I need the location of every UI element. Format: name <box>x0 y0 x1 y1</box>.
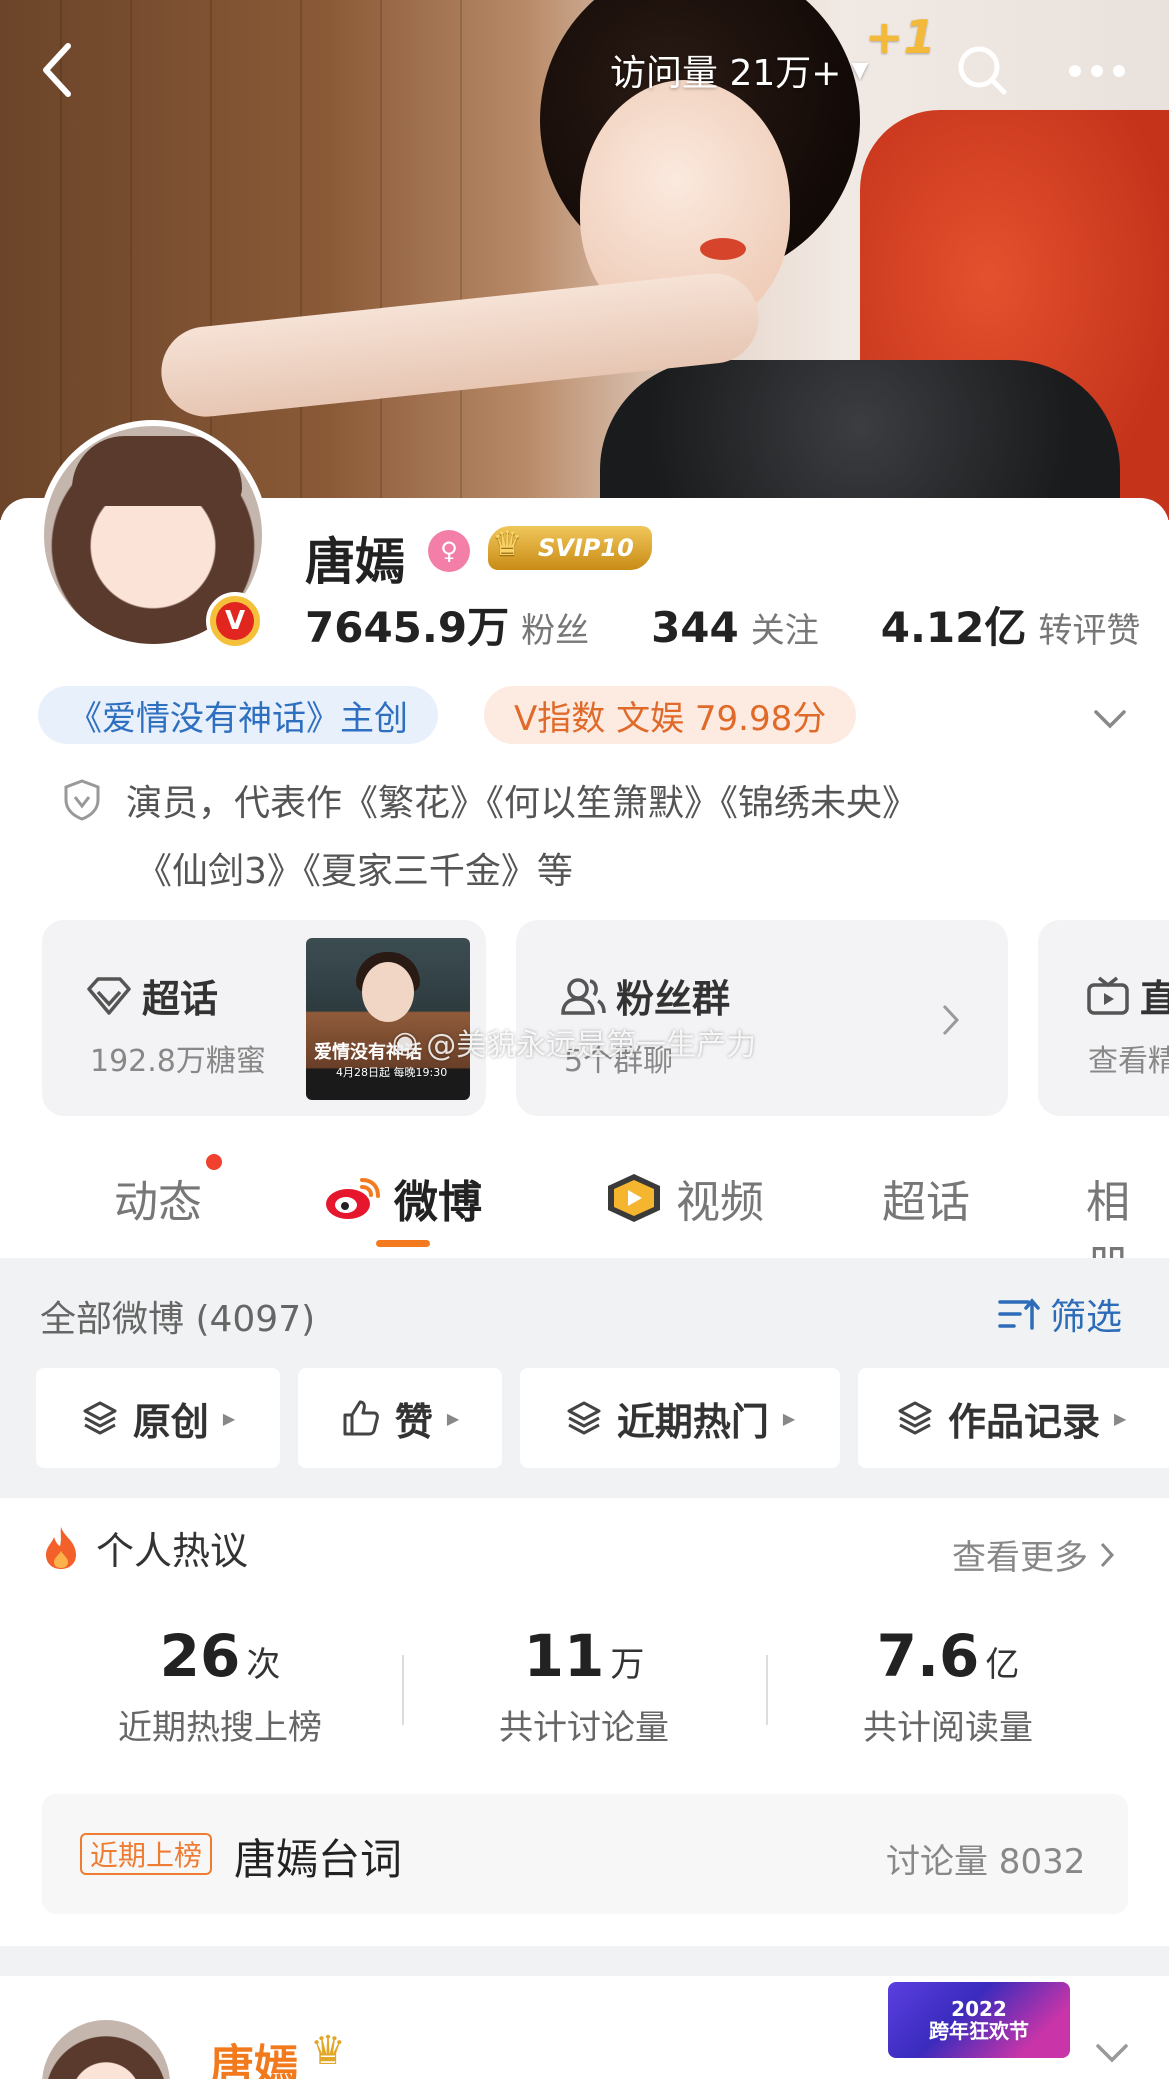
all-posts-count: 全部微博 (4097) <box>40 1299 316 1340</box>
watermark: ◉ @美貌永远是第一生产力 <box>392 1024 757 1064</box>
video-icon <box>608 1174 660 1222</box>
bio-line-2: 《仙剑3》《夏家三千金》等 <box>136 851 573 892</box>
show-poster[interactable]: 爱情没有神话 4月28日起 每晚19:30 <box>306 938 470 1100</box>
shield-icon <box>62 778 102 822</box>
recent-rank-badge: 近期上榜 <box>80 1833 213 1875</box>
crown-icon: ♛ <box>310 2028 346 2074</box>
svip-badge[interactable]: ♛ SVIP10 <box>488 524 652 570</box>
tab-activity[interactable]: 动态 <box>114 1166 202 1230</box>
filter-button[interactable]: 筛选 <box>998 1288 1122 1340</box>
female-icon: ♀ <box>428 530 470 572</box>
layers-icon <box>898 1401 932 1435</box>
filter-icon <box>998 1298 1040 1330</box>
stat-following[interactable]: 344 关注 <box>651 603 819 652</box>
chevron-right-icon <box>1100 1542 1115 1567</box>
post-author-avatar[interactable] <box>42 2020 170 2079</box>
section-divider <box>0 1946 1169 1976</box>
fan-group-title: 粉丝群 <box>616 977 731 1021</box>
crown-icon: ♛ <box>492 524 523 564</box>
supertopic-title: 超话 <box>142 977 219 1021</box>
chevron-left-icon[interactable] <box>26 36 86 104</box>
tab-weibo[interactable]: 微博 <box>322 1166 482 1230</box>
stat-interactions[interactable]: 4.12亿 转评赞 <box>881 594 1141 655</box>
chevron-down-icon[interactable] <box>1092 2036 1132 2072</box>
verified-badge-icon: V <box>206 592 264 650</box>
chip-works[interactable]: 作品记录 ▶ <box>858 1368 1169 1468</box>
weibo-logo-icon: ◉ <box>392 1024 419 1060</box>
group-icon <box>561 977 606 1015</box>
diamond-icon <box>87 976 131 1015</box>
supertopic-count: 192.8万糖蜜 <box>90 1044 266 1079</box>
live-sub: 查看精 <box>1088 1044 1169 1079</box>
visit-count-label: 访问量 21万+ <box>610 53 842 94</box>
visit-count[interactable]: 访问量 21万+ ▼ <box>610 44 868 96</box>
layers-icon <box>567 1401 601 1435</box>
profile-tabs: 动态 微博 视频 超话 相册 <box>0 1140 1169 1292</box>
thumbs-up-icon <box>343 1400 379 1436</box>
live-tile[interactable]: 直 查看精 <box>1038 920 1169 1116</box>
chip-trending[interactable]: 近期热门 ▶ <box>520 1368 840 1468</box>
tab-video[interactable]: 视频 <box>604 1166 764 1230</box>
tab-supertopic[interactable]: 超话 <box>882 1166 970 1230</box>
v-index-tag[interactable]: V指数 文娱 79.98分 <box>484 686 857 744</box>
chip-original[interactable]: 原创 ▶ <box>36 1368 280 1468</box>
chevron-right-icon <box>938 1002 962 1042</box>
notification-dot <box>206 1154 222 1170</box>
bio-line-1: 演员，代表作《繁花》《何以笙箫默》《锦绣未央》 <box>126 783 919 824</box>
active-tab-indicator <box>376 1240 430 1247</box>
metric-trending-count[interactable]: 26 次 近期热搜上榜 <box>40 1622 400 1749</box>
plus-one-badge: +1 <box>865 10 936 64</box>
trending-topic-count: 讨论量 8032 <box>886 1842 1086 1882</box>
layers-icon <box>83 1401 117 1435</box>
stat-followers[interactable]: 7645.9万 粉丝 <box>305 594 589 655</box>
fire-icon <box>46 1526 76 1569</box>
event-badge[interactable]: 2022 跨年狂欢节 <box>888 1982 1070 2058</box>
metric-discussion[interactable]: 11 万 共计讨论量 <box>404 1622 764 1749</box>
profile-name: 唐嫣 <box>305 533 405 591</box>
trending-topic-name: 唐嫣台词 <box>234 1835 403 1884</box>
post-author-name[interactable]: 唐嫣 <box>210 2030 298 2079</box>
weibo-logo-icon <box>326 1178 380 1219</box>
search-icon[interactable] <box>950 38 1014 102</box>
live-title: 直 <box>1140 977 1169 1021</box>
fan-group-tile[interactable]: 粉丝群 5个群聊 <box>516 920 1008 1116</box>
show-tag[interactable]: 《爱情没有神话》主创 <box>38 686 438 744</box>
metric-reads[interactable]: 7.6 亿 共计阅读量 <box>768 1622 1128 1749</box>
chevron-down-icon[interactable] <box>1090 698 1130 738</box>
tv-icon <box>1087 976 1129 1015</box>
see-more-link[interactable]: 查看更多 <box>952 1530 1116 1579</box>
chip-likes[interactable]: 赞 ▶ <box>298 1368 502 1468</box>
profile-stats: 7645.9万 粉丝 344 关注 4.12亿 转评赞 <box>305 594 1140 655</box>
more-icon[interactable] <box>1062 46 1132 96</box>
hot-topics-header: 个人热议 <box>40 1520 248 1575</box>
poster-date: 4月28日起 每晚19:30 <box>336 1066 448 1079</box>
